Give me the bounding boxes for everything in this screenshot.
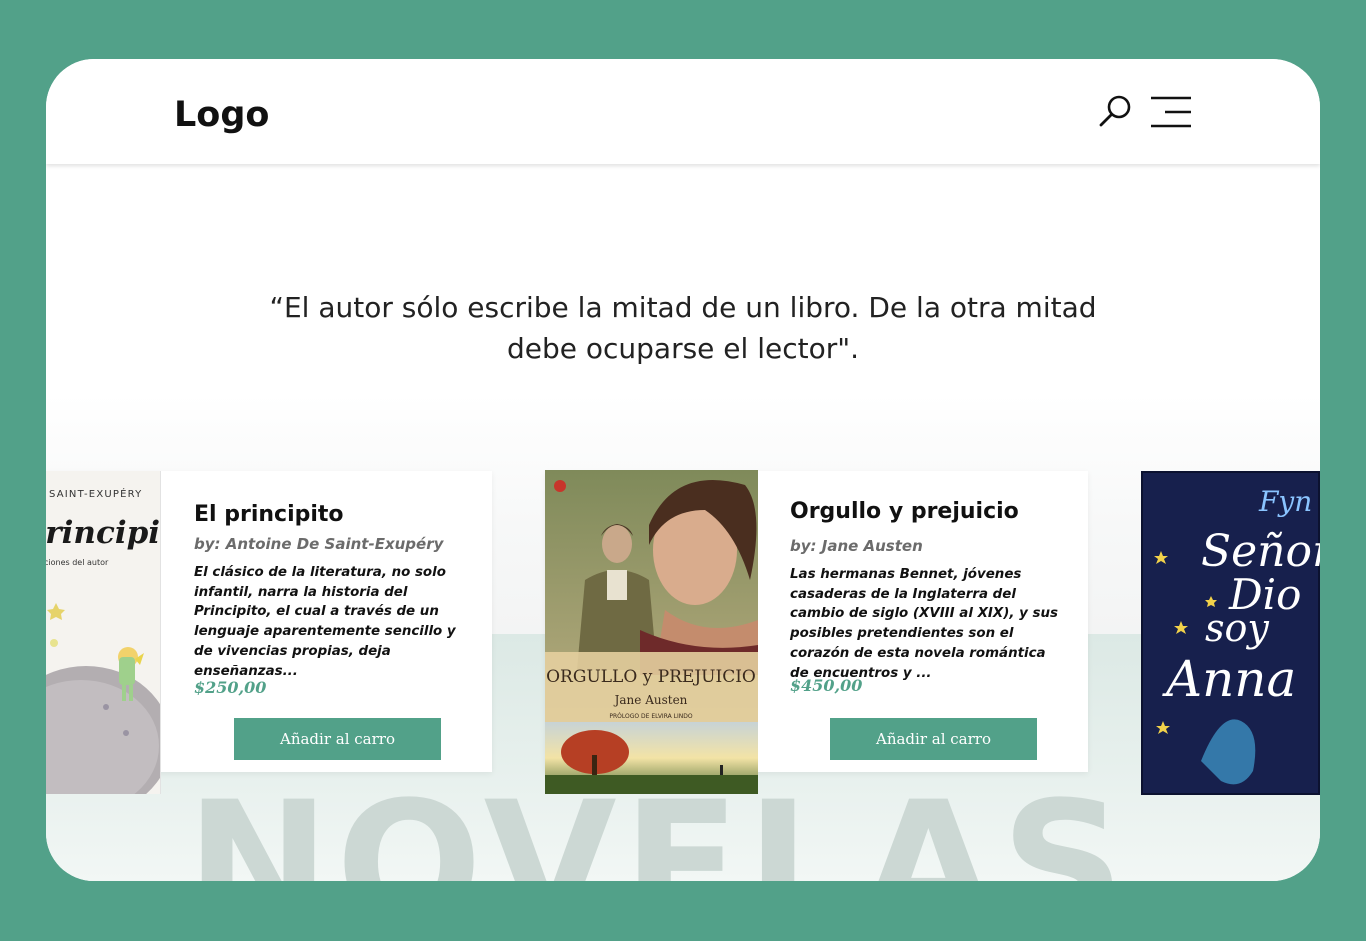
site-header: Logo bbox=[46, 59, 1320, 164]
book-price: $450,00 bbox=[790, 676, 863, 695]
cover-art: SAINT-EXUPÉRY Principito ciones del auto… bbox=[46, 471, 161, 794]
menu-icon[interactable] bbox=[1150, 96, 1192, 128]
book-author: by: Antoine De Saint-Exupéry bbox=[194, 535, 444, 553]
book-cover-senor-dios-soy-anna[interactable]: Fyn Señor Dio soy Anna bbox=[1141, 471, 1320, 795]
app-frame: Logo “El autor sólo escribe la mitad de … bbox=[46, 59, 1320, 881]
book-title[interactable]: El principito bbox=[194, 502, 344, 527]
section-watermark: NOVELAS bbox=[186, 764, 1131, 882]
cover-author: SAINT-EXUPÉRY bbox=[49, 487, 142, 500]
book-author: by: Jane Austen bbox=[790, 537, 923, 555]
book-title[interactable]: Orgullo y prejuicio bbox=[790, 499, 1019, 524]
cover-author: Fyn bbox=[1258, 485, 1312, 518]
cover-author: Jane Austen bbox=[613, 693, 688, 707]
book-description: El clásico de la literatura, no solo inf… bbox=[194, 565, 456, 679]
book-cover-orgullo-y-prejuicio[interactable]: ORGULLO y PREJUICIO Jane Austen PRÓLOGO … bbox=[545, 470, 758, 794]
add-to-cart-button[interactable]: Añadir al carro bbox=[234, 718, 441, 760]
book-cover-el-principito[interactable]: SAINT-EXUPÉRY Principito ciones del auto… bbox=[46, 471, 161, 794]
book-description: Las hermanas Bennet, jóvenes casaderas d… bbox=[790, 567, 1058, 681]
cover-title-4: Anna bbox=[1162, 650, 1296, 708]
cover-title: Principito bbox=[46, 515, 161, 551]
cover-art: ORGULLO y PREJUICIO Jane Austen PRÓLOGO … bbox=[545, 470, 758, 794]
add-to-cart-button[interactable]: Añadir al carro bbox=[830, 718, 1037, 760]
cover-subtitle: ciones del autor bbox=[46, 558, 109, 567]
cover-art: Fyn Señor Dio soy Anna bbox=[1141, 471, 1320, 795]
cover-title: ORGULLO y PREJUICIO bbox=[546, 667, 756, 687]
cover-title-3: soy bbox=[1205, 606, 1269, 650]
logo[interactable]: Logo bbox=[174, 95, 269, 135]
quote-text: “El autor sólo escribe la mitad de un li… bbox=[269, 291, 1097, 365]
search-icon[interactable] bbox=[1098, 93, 1134, 129]
cover-prologue: PRÓLOGO DE ELVIRA LINDO bbox=[609, 713, 692, 720]
book-price: $250,00 bbox=[194, 678, 267, 697]
